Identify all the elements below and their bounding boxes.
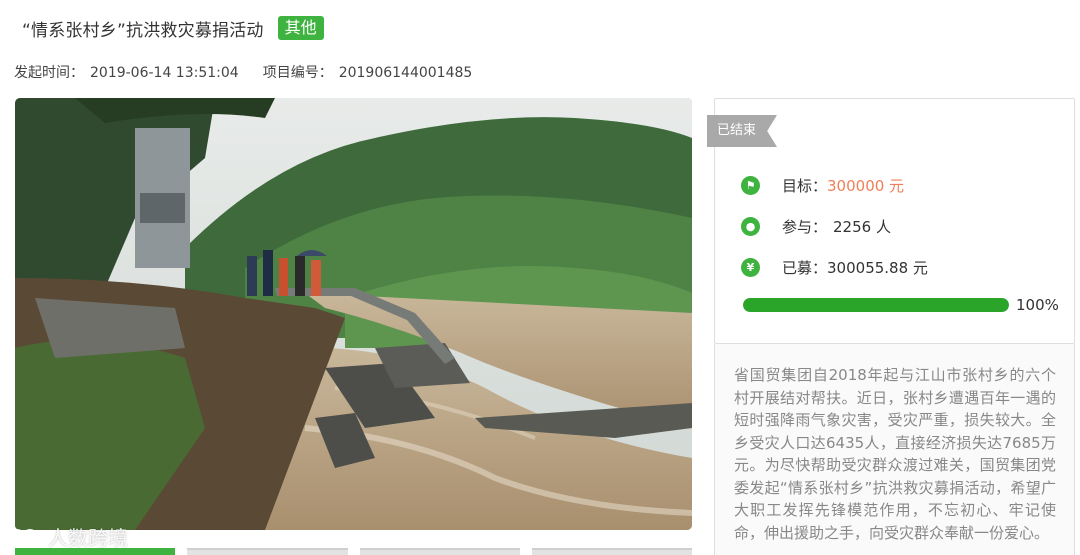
watermark: 人数跨境	[8, 522, 128, 551]
participants-label: 参与：	[782, 218, 828, 236]
start-time: 发起时间： 2019-06-14 13:51:04	[14, 62, 239, 82]
flood-photo[interactable]	[15, 98, 692, 530]
status-ribbon: 已结束	[707, 115, 777, 147]
flag-icon: ⚑	[741, 176, 760, 195]
flood-photo-illustration	[15, 98, 692, 530]
raised-value: 300055.88 元	[827, 259, 928, 277]
participants-value: 2256 人	[833, 218, 891, 236]
category-tag[interactable]: 其他	[277, 16, 324, 40]
watermark-logo-icon	[9, 528, 38, 545]
description-panel: 省国贸集团自2018年起与江山市张村乡的六个村开展结对帮扶。近日，张村乡遭遇百年…	[714, 344, 1075, 555]
thumbnail[interactable]	[531, 548, 692, 555]
goal-label: 目标：	[782, 177, 828, 195]
meta-row: 发起时间： 2019-06-14 13:51:04 项目编号： 2019061440…	[14, 62, 472, 82]
watermark-text: 人数跨境	[48, 526, 128, 550]
page-title: “情系张村乡”抗洪救灾募捐活动	[22, 20, 264, 41]
project-number: 项目编号： 201906144001485	[263, 62, 473, 82]
title-row: “情系张村乡”抗洪救灾募捐活动 其他	[22, 14, 324, 42]
raised-row: ¥ 已募： 300055.88 元	[741, 257, 928, 278]
start-time-label: 发起时间：	[14, 65, 84, 81]
yen-icon: ¥	[741, 258, 760, 277]
progress-fill	[743, 298, 1009, 312]
thumbnail[interactable]	[187, 548, 348, 555]
progress-bar	[743, 298, 1009, 312]
photo-thumbnail-strip	[15, 548, 692, 555]
thumbnail[interactable]	[15, 548, 176, 555]
thumbnail[interactable]	[359, 548, 520, 555]
person-icon: ●	[741, 217, 760, 236]
goal-value: 300000 元	[827, 177, 905, 195]
goal-row: ⚑ 目标： 300000 元	[741, 175, 904, 196]
start-time-value: 2019-06-14 13:51:04	[90, 65, 239, 81]
project-number-label: 项目编号：	[262, 65, 333, 81]
project-description: 省国贸集团自2018年起与江山市张村乡的六个村开展结对帮扶。近日，张村乡遭遇百年…	[734, 366, 1056, 542]
participants-row: ● 参与： 2256 人	[741, 216, 891, 237]
stats-panel: 已结束 ⚑ 目标： 300000 元 ● 参与： 2256 人 ¥ 已募： 30…	[707, 98, 1075, 344]
project-number-value: 201906144001485	[338, 65, 473, 81]
progress-percent: 100%	[1016, 296, 1059, 314]
raised-label: 已募：	[782, 259, 828, 277]
